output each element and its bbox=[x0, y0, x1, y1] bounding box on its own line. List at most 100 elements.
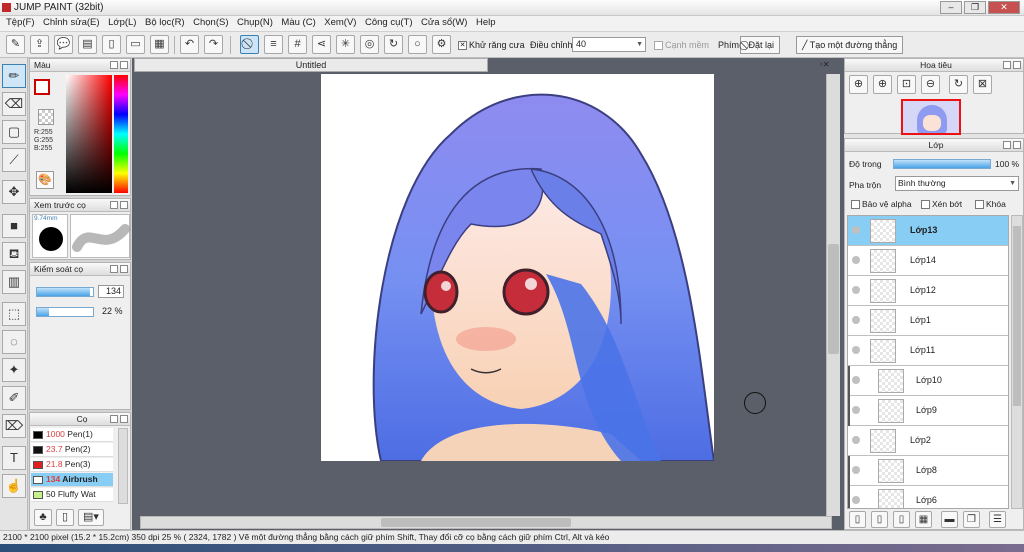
layer-row[interactable]: Lớp1 bbox=[848, 306, 1008, 336]
primary-color-swatch[interactable] bbox=[34, 79, 50, 95]
eye-icon[interactable] bbox=[852, 376, 860, 384]
adjust-dropdown[interactable]: 40 ▼ bbox=[572, 37, 646, 52]
eye-icon[interactable] bbox=[852, 346, 860, 354]
zoom-fit-icon[interactable]: ⊕ bbox=[849, 75, 868, 94]
brush-item[interactable]: 21.8 Pen(3) bbox=[31, 458, 113, 472]
eye-icon[interactable] bbox=[852, 316, 860, 324]
layer-row[interactable]: Lớp2 bbox=[848, 426, 1008, 456]
new-layer-icon[interactable]: ▯ bbox=[849, 511, 866, 528]
canvas-vertical-scrollbar[interactable] bbox=[826, 74, 840, 516]
gradient-icon[interactable]: ▥ bbox=[2, 270, 26, 294]
straight-line-button[interactable]: ╱ Tạo một đường thẳng bbox=[796, 36, 904, 54]
redo-icon[interactable]: ↷ bbox=[204, 35, 223, 54]
minimize-button[interactable]: – bbox=[940, 1, 962, 14]
close-button[interactable]: ✕ bbox=[988, 1, 1020, 14]
brush-item-selected[interactable]: 134 Airbrush bbox=[31, 473, 113, 487]
brush-opacity-slider[interactable] bbox=[36, 307, 94, 317]
lock-checkbox[interactable]: Khóa bbox=[975, 199, 1006, 210]
rectangle-select-icon[interactable]: ▢ bbox=[2, 120, 26, 144]
menu-select[interactable]: Chọn(S) bbox=[193, 16, 228, 28]
parallel-lines-icon[interactable]: ≡ bbox=[264, 35, 283, 54]
menu-tools[interactable]: Công cụ(T) bbox=[365, 16, 413, 28]
lasso-icon[interactable]: ◌ bbox=[2, 330, 26, 354]
transparent-swatch[interactable] bbox=[38, 109, 54, 125]
edge-toggle[interactable]: Cạnh mềm bbox=[654, 40, 709, 51]
brush-item[interactable]: 1000 Pen(1) bbox=[31, 428, 113, 442]
crosshatch-icon[interactable]: # bbox=[288, 35, 307, 54]
palette-icon[interactable]: 🎨 bbox=[36, 171, 54, 189]
menu-edit[interactable]: Chỉnh sửa(E) bbox=[43, 16, 100, 28]
eye-icon[interactable] bbox=[852, 256, 860, 264]
zoom-out-icon[interactable]: ⊖ bbox=[921, 75, 940, 94]
new-halftone-layer-icon[interactable]: ▦ bbox=[915, 511, 932, 528]
new-text-layer-icon[interactable]: ▯ bbox=[893, 511, 910, 528]
new-brush-icon[interactable]: ▯ bbox=[56, 509, 74, 526]
new-raster-layer-icon[interactable]: ▯ bbox=[871, 511, 888, 528]
document-tab[interactable]: Untitled bbox=[134, 58, 488, 72]
eye-icon[interactable] bbox=[852, 496, 860, 504]
layer-row[interactable]: Lớp11 bbox=[848, 336, 1008, 366]
undo-icon[interactable]: ↶ bbox=[180, 35, 199, 54]
brush-menu-icon[interactable]: ▤▾ bbox=[78, 509, 104, 526]
reset-view-icon[interactable]: ⊠ bbox=[973, 75, 992, 94]
brush-size-slider[interactable] bbox=[36, 287, 94, 297]
menu-help[interactable]: Help bbox=[476, 16, 496, 28]
layer-row[interactable]: Lớp14 bbox=[848, 246, 1008, 276]
brush-mode-icon[interactable]: ✎ bbox=[6, 35, 25, 54]
gear-ruler-icon[interactable]: ⚙ bbox=[432, 35, 451, 54]
layer-list-scrollbar[interactable] bbox=[1011, 215, 1023, 509]
canvas-window-buttons[interactable]: ▫✕ bbox=[820, 60, 836, 72]
document-icon[interactable]: ▭ bbox=[126, 35, 145, 54]
text-tool-icon[interactable]: T bbox=[2, 446, 26, 470]
menu-capture[interactable]: Chụp(N) bbox=[237, 16, 273, 28]
menu-view[interactable]: Xem(V) bbox=[324, 16, 356, 28]
eye-icon[interactable] bbox=[852, 466, 860, 474]
navigator-thumbnail[interactable] bbox=[901, 99, 961, 135]
layer-opacity-slider[interactable] bbox=[893, 159, 991, 169]
hand-tool-icon[interactable]: ☝ bbox=[2, 474, 26, 498]
color-square[interactable] bbox=[66, 75, 112, 193]
menu-file[interactable]: Tệp(F) bbox=[6, 16, 35, 28]
protect-alpha-checkbox[interactable]: Bảo vệ alpha bbox=[851, 199, 912, 210]
eye-icon[interactable] bbox=[852, 436, 860, 444]
vanishing-icon[interactable]: ⋖ bbox=[312, 35, 331, 54]
magic-wand-icon[interactable]: ✦ bbox=[2, 358, 26, 382]
message-icon[interactable]: ▤ bbox=[78, 35, 97, 54]
layer-row[interactable]: Lớp9 bbox=[848, 396, 1008, 426]
brush-tree-icon[interactable]: ♣ bbox=[34, 509, 52, 526]
circle-icon[interactable]: ○ bbox=[408, 35, 427, 54]
layer-row[interactable]: Lớp8 bbox=[848, 456, 1008, 486]
layer-row[interactable]: Lớp13 bbox=[848, 216, 1008, 246]
line-tool-icon[interactable]: ⟋ bbox=[2, 148, 26, 172]
fit-window-icon[interactable]: ⊡ bbox=[897, 75, 916, 94]
layer-row[interactable]: Lớp10 bbox=[848, 366, 1008, 396]
snap-off-icon[interactable]: ⃠ bbox=[240, 35, 259, 54]
grid-icon[interactable]: ▦ bbox=[150, 35, 169, 54]
bucket-icon[interactable]: ⛾ bbox=[2, 242, 26, 266]
new-folder-icon[interactable]: ▬ bbox=[941, 511, 958, 528]
fill-rect-icon[interactable]: ■ bbox=[2, 214, 26, 238]
menu-filter[interactable]: Bộ lọc(R) bbox=[145, 16, 185, 28]
hue-slider[interactable] bbox=[114, 75, 128, 193]
reset-button[interactable]: ⃠ Đặt lại bbox=[740, 36, 781, 54]
eye-icon[interactable] bbox=[852, 406, 860, 414]
menu-window[interactable]: Cửa sổ(W) bbox=[421, 16, 467, 28]
antialias-toggle[interactable]: ✕ Khử răng cưa bbox=[458, 40, 525, 51]
eye-icon[interactable] bbox=[852, 286, 860, 294]
eye-icon[interactable] bbox=[852, 226, 860, 234]
brush-item[interactable]: 50 Fluffy Wat bbox=[31, 488, 113, 502]
zoom-in-icon[interactable]: ⊕ bbox=[873, 75, 892, 94]
vertical-scroll-thumb[interactable] bbox=[828, 244, 839, 354]
layer-scroll-thumb[interactable] bbox=[1013, 226, 1021, 406]
brush-item[interactable]: 23.7 Pen(2) bbox=[31, 443, 113, 457]
curve-icon[interactable]: ↻ bbox=[384, 35, 403, 54]
menu-color[interactable]: Màu (C) bbox=[281, 16, 315, 28]
move-tool-icon[interactable]: ✥ bbox=[2, 180, 26, 204]
artwork-canvas[interactable] bbox=[321, 74, 714, 461]
share-icon[interactable]: ⇪ bbox=[30, 35, 49, 54]
layer-row[interactable]: Lớp6 bbox=[848, 486, 1008, 508]
layer-row[interactable]: Lớp12 bbox=[848, 276, 1008, 306]
concentric-icon[interactable]: ◎ bbox=[360, 35, 379, 54]
clip-checkbox[interactable]: Xén bớt bbox=[921, 199, 962, 210]
rotate-icon[interactable]: ↻ bbox=[949, 75, 968, 94]
